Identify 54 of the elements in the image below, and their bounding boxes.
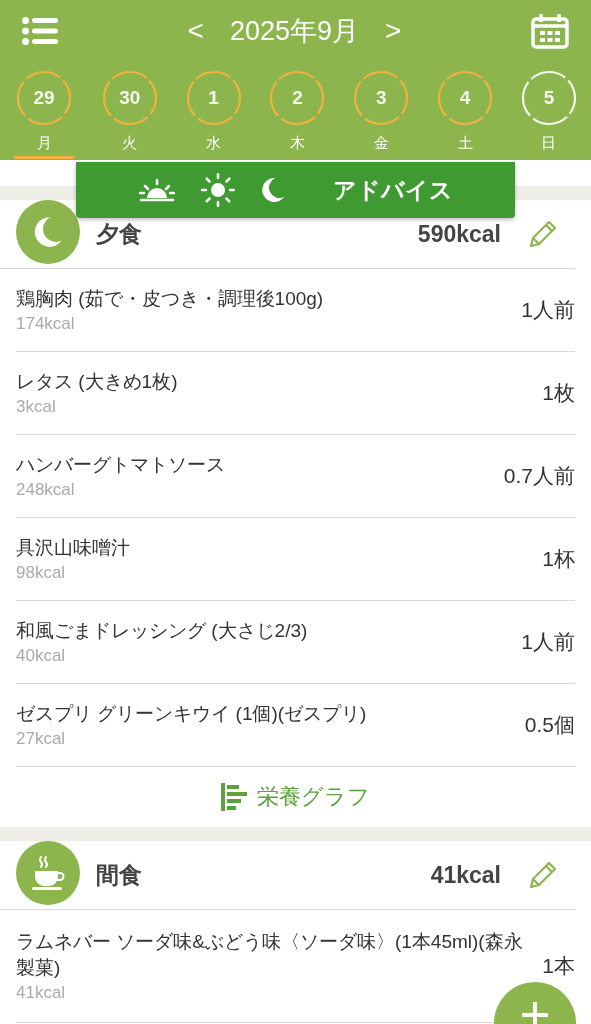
moon-icon xyxy=(33,216,63,248)
pencil-icon[interactable] xyxy=(527,218,559,250)
food-calories: 98kcal xyxy=(16,563,67,583)
menu-icon[interactable] xyxy=(22,17,58,45)
meal-calories: 590kcal xyxy=(417,220,501,248)
food-row[interactable]: 和風ごまドレッシング (大さじ2/3) 40kcal 1人前 xyxy=(16,601,575,684)
plus-icon xyxy=(520,1000,550,1024)
food-name: 鶏胸肉 (茹で・皮つき・調理後100g) xyxy=(16,287,325,311)
pencil-icon[interactable] xyxy=(527,859,559,891)
coffee-cup-icon xyxy=(30,855,66,891)
food-amount: 1本 xyxy=(542,953,575,979)
food-calories: 27kcal xyxy=(16,729,67,749)
nutrition-graph-link[interactable]: 栄養グラフ xyxy=(221,782,370,812)
bar-chart-icon xyxy=(221,783,247,811)
advice-tab[interactable]: アドバイス xyxy=(332,174,453,206)
day-tab[interactable]: 3 金 xyxy=(353,70,410,159)
food-amount: 0.7人前 xyxy=(503,463,575,489)
food-amount: 1枚 xyxy=(542,380,575,406)
meal-title: 夕食 xyxy=(96,219,143,249)
food-amount: 1杯 xyxy=(542,546,575,572)
day-tab[interactable]: 4 土 xyxy=(437,70,494,159)
next-month-button[interactable]: > xyxy=(381,15,406,47)
sun-icon[interactable] xyxy=(200,173,235,207)
food-calories: 174kcal xyxy=(16,314,76,334)
food-row[interactable]: 具沢山味噌汁 98kcal 1杯 xyxy=(16,518,575,601)
food-amount: 1人前 xyxy=(521,629,575,655)
month-title: 2025年9月 xyxy=(229,15,360,48)
previous-month-button[interactable]: < xyxy=(183,15,208,47)
day-tab[interactable]: 1 水 xyxy=(185,70,242,159)
sunrise-icon[interactable] xyxy=(138,178,175,202)
food-name: レタス (大きめ1枚) xyxy=(16,370,179,394)
meal-title: 間食 xyxy=(96,860,143,890)
food-name: ラムネバー ソーダ味&ぶどう味〈ソーダ味〉(1本45ml)(森永製菓) xyxy=(16,930,524,980)
moon-icon[interactable] xyxy=(260,177,285,203)
food-name: 和風ごまドレッシング (大さじ2/3) xyxy=(16,619,309,643)
meal-calories: 41kcal xyxy=(430,861,501,889)
food-row[interactable]: ハンバーグトマトソース 248kcal 0.7人前 xyxy=(16,435,575,518)
food-calories: 248kcal xyxy=(16,480,76,500)
food-name: ハンバーグトマトソース xyxy=(16,453,226,477)
food-row[interactable]: レタス (大きめ1枚) 3kcal 1枚 xyxy=(16,352,575,435)
food-row[interactable]: ゼスプリ グリーンキウイ (1個)(ゼスプリ) 27kcal 0.5個 xyxy=(16,684,575,767)
calendar-icon[interactable] xyxy=(531,13,569,49)
day-tab[interactable]: 30 火 xyxy=(101,70,158,159)
day-tab[interactable]: 5 日 xyxy=(520,70,577,159)
food-calories: 41kcal xyxy=(16,983,67,1003)
food-amount: 1人前 xyxy=(521,297,575,323)
food-calories: 3kcal xyxy=(16,397,57,417)
day-tab[interactable]: 29 月 xyxy=(14,70,74,159)
day-tab[interactable]: 2 木 xyxy=(269,70,326,159)
food-amount: 0.5個 xyxy=(524,712,575,738)
food-name: 具沢山味噌汁 xyxy=(16,536,131,560)
food-row[interactable]: 鶏胸肉 (茹で・皮つき・調理後100g) 174kcal 1人前 xyxy=(16,269,575,352)
food-calories: 40kcal xyxy=(16,646,67,666)
food-name: ゼスプリ グリーンキウイ (1個)(ゼスプリ) xyxy=(16,702,368,726)
